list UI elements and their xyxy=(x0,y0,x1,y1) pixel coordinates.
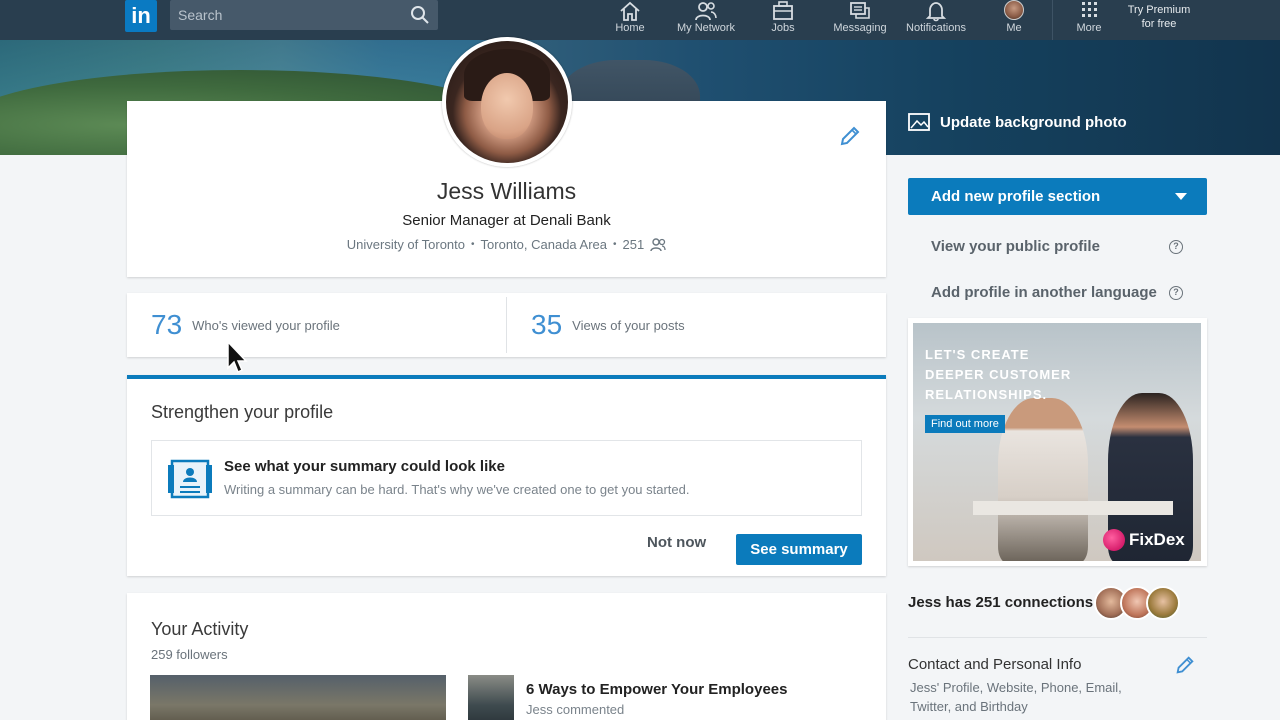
add-language-profile-link[interactable]: Add profile in another language xyxy=(931,284,1157,301)
fixdex-logo-icon xyxy=(1103,529,1125,551)
nav-home-label: Home xyxy=(615,22,645,34)
premium-line-1: Try Premium xyxy=(1127,4,1191,16)
mouse-cursor-icon xyxy=(227,340,248,374)
ad-person-left xyxy=(998,398,1088,561)
nav-jobs-label: Jobs xyxy=(771,22,795,34)
summary-description: Writing a summary can be hard. That's wh… xyxy=(224,482,690,497)
nav-jobs[interactable]: Jobs xyxy=(745,0,821,40)
activity-post-thumbnail[interactable] xyxy=(468,675,514,720)
ad-table xyxy=(973,501,1173,515)
pencil-icon[interactable] xyxy=(838,124,862,148)
activity-followers[interactable]: 259 followers xyxy=(151,647,228,662)
nav-notifications[interactable]: Notifications xyxy=(898,0,974,40)
post-views-number: 35 xyxy=(531,309,563,340)
summary-suggestion: See what your summary could look like Wr… xyxy=(151,440,862,516)
profile-name: Jess Williams xyxy=(436,178,577,204)
premium-line-2: for free xyxy=(1141,18,1177,30)
nav-my-network[interactable]: My Network xyxy=(668,0,744,40)
connections-icon xyxy=(650,237,666,251)
profile-photo[interactable] xyxy=(442,37,572,167)
activity-image[interactable] xyxy=(150,675,446,720)
strengthen-title: Strengthen your profile xyxy=(151,402,334,422)
linkedin-logo[interactable]: in xyxy=(125,0,157,32)
contact-info-description: Jess' Profile, Website, Phone, Email, Tw… xyxy=(910,680,1122,714)
nav-notifications-label: Notifications xyxy=(906,22,966,34)
contact-info-title: Contact and Personal Info xyxy=(908,656,1082,673)
summary-icon xyxy=(168,459,212,499)
photo-face xyxy=(481,73,533,139)
profile-views-number: 73 xyxy=(151,309,183,340)
profile-connections-count[interactable]: 251 xyxy=(623,237,645,252)
search-box[interactable] xyxy=(170,0,438,30)
pencil-icon[interactable] xyxy=(1174,654,1196,676)
meta-separator: • xyxy=(471,239,475,250)
profile-headline: Senior Manager at Denali Bank xyxy=(402,212,611,229)
activity-title: Your Activity xyxy=(151,619,249,639)
activity-post-subtitle: Jess commented xyxy=(526,702,625,717)
messaging-icon xyxy=(850,2,870,19)
chevron-down-icon xyxy=(1175,193,1187,200)
avatar xyxy=(1146,586,1180,620)
not-now-button[interactable]: Not now xyxy=(647,534,706,551)
activity-post-title[interactable]: 6 Ways to Empower Your Employees xyxy=(526,681,787,698)
connections-summary[interactable]: Jess has 251 connections xyxy=(908,594,1093,611)
ad-brand-name: FixDex xyxy=(1129,530,1185,549)
jobs-icon xyxy=(773,1,793,20)
search-input[interactable] xyxy=(170,0,400,30)
nav-messaging-label: Messaging xyxy=(833,22,887,34)
me-avatar xyxy=(1004,0,1024,20)
update-background-photo-button[interactable]: Update background photo xyxy=(908,112,1127,132)
search-icon[interactable] xyxy=(410,5,430,25)
ad-image: LET'S CREATE DEEPER CUSTOMER RELATIONSHI… xyxy=(913,323,1201,561)
network-icon xyxy=(695,2,717,21)
view-public-profile-link[interactable]: View your public profile xyxy=(931,238,1100,255)
help-icon[interactable]: ? xyxy=(1169,286,1183,300)
activity-card: Your Activity 259 followers 6 Ways to Em… xyxy=(127,593,886,720)
nav-my-network-label: My Network xyxy=(676,22,736,34)
profile-meta: University of Toronto • Toronto, Canada … xyxy=(127,237,886,252)
nav-messaging[interactable]: Messaging xyxy=(822,0,898,40)
ad-brand-logo: FixDex xyxy=(1103,529,1185,551)
see-summary-button[interactable]: See summary xyxy=(736,534,862,565)
try-premium-link[interactable]: Try Premium for free xyxy=(1112,3,1206,31)
nav-me[interactable]: Me xyxy=(976,0,1052,40)
advertisement[interactable]: LET'S CREATE DEEPER CUSTOMER RELATIONSHI… xyxy=(908,318,1207,566)
stats-divider xyxy=(506,297,507,353)
meta-separator: • xyxy=(613,239,617,250)
connection-avatars[interactable] xyxy=(1094,586,1180,620)
image-icon xyxy=(908,113,930,131)
summary-title: See what your summary could look like xyxy=(224,458,505,475)
post-views-stat[interactable]: 35 Views of your posts xyxy=(531,293,685,357)
profile-location: Toronto, Canada Area xyxy=(480,237,608,252)
post-views-label: Views of your posts xyxy=(572,317,685,333)
notifications-icon xyxy=(925,2,947,22)
grid-icon xyxy=(1082,2,1097,17)
profile-views-label: Who's viewed your profile xyxy=(192,317,340,333)
top-nav: in Home My Network Jobs xyxy=(0,0,1280,40)
add-section-label: Add new profile section xyxy=(931,188,1101,205)
home-icon xyxy=(620,1,640,21)
sidebar-divider xyxy=(908,637,1207,638)
ad-headline: LET'S CREATE DEEPER CUSTOMER RELATIONSHI… xyxy=(925,347,1072,402)
profile-school[interactable]: University of Toronto xyxy=(347,237,465,252)
nav-home[interactable]: Home xyxy=(592,0,668,40)
add-profile-section-button[interactable]: Add new profile section xyxy=(908,178,1207,215)
nav-me-label: Me xyxy=(1006,22,1022,34)
update-background-label: Update background photo xyxy=(940,113,1127,131)
ad-find-out-more-button[interactable]: Find out more xyxy=(925,415,1005,433)
help-icon[interactable]: ? xyxy=(1169,240,1183,254)
strengthen-profile-card: Strengthen your profile See what your su… xyxy=(127,375,886,576)
